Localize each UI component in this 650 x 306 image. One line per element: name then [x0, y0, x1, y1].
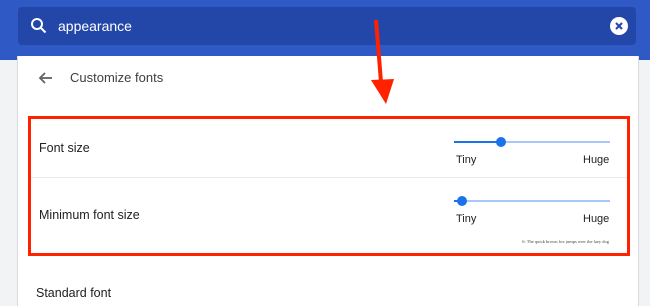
font-size-slider[interactable] [454, 137, 610, 147]
page-title: Customize fonts [70, 70, 164, 85]
minimum-font-size-max-label: Huge [583, 213, 610, 225]
search-input[interactable]: appearance [58, 7, 578, 45]
font-size-max-label: Huge [583, 154, 610, 166]
search-icon[interactable] [30, 17, 48, 35]
font-sample-text: 6: The quick brown fox jumps over the la… [522, 239, 609, 244]
minimum-font-size-label: Minimum font size [39, 208, 140, 222]
minimum-font-size-min-label: Tiny [456, 213, 477, 225]
search-bar[interactable]: appearance [18, 7, 636, 45]
font-size-row: Font size Tiny Huge [31, 119, 627, 178]
back-arrow-icon[interactable] [38, 70, 54, 86]
minimum-font-size-row: Minimum font size Tiny Huge 6: The quick… [31, 178, 627, 253]
standard-font-label: Standard font [36, 286, 112, 300]
slider-fill [454, 141, 501, 143]
slider-thumb[interactable] [457, 196, 467, 206]
minimum-font-size-slider[interactable] [454, 196, 610, 206]
slider-thumb[interactable] [496, 137, 506, 147]
highlight-box: Font size Tiny Huge Minimum font size Ti… [28, 116, 630, 256]
font-size-label: Font size [39, 141, 90, 155]
font-size-min-label: Tiny [456, 154, 477, 166]
slider-track[interactable] [454, 200, 610, 202]
close-circle-icon[interactable] [610, 17, 628, 35]
card-header: Customize fonts [18, 56, 638, 104]
